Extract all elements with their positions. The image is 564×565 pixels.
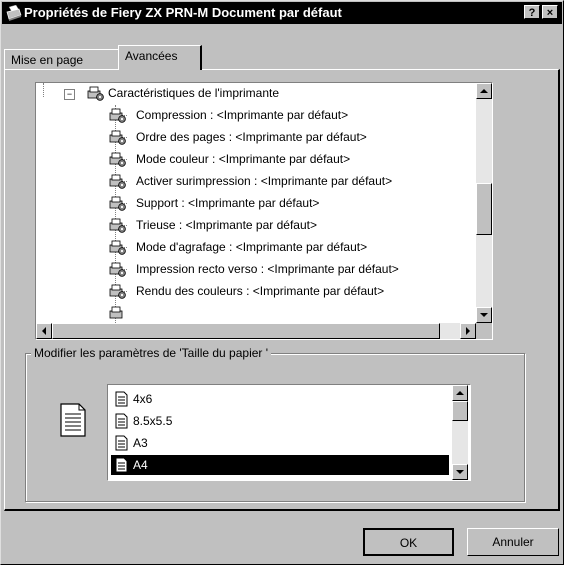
printer-settings-icon [87,86,104,101]
list-item-label: A3 [133,436,148,450]
close-button[interactable]: × [542,5,558,19]
document-icon [115,457,128,473]
arrow-up-icon [456,391,464,395]
arrow-up-icon [480,89,488,93]
tree-item-label: Mode d'agrafage : <Imprimante par défaut… [136,240,368,254]
printer-icon [6,5,22,21]
arrow-down-icon [480,313,488,317]
tree-item-label: Impression recto verso : <Imprimante par… [136,262,399,276]
tree-vscroll-thumb[interactable] [476,183,492,235]
printer-settings-icon [109,284,126,299]
tree-item-label: Rendu des couleurs : <Imprimante par déf… [136,284,385,298]
settings-tree[interactable]: − Caractéristiques de l'imprimante Compr… [35,82,493,340]
list-item-8.5x5.5[interactable]: 8.5x5.5 [111,411,449,431]
list-item-a4-selected[interactable]: A4 [111,455,449,475]
tree-hscroll-thumb[interactable] [52,323,440,339]
ok-button[interactable]: OK [363,528,454,556]
tree-item-label: Mode couleur : <Imprimante par défaut> [136,152,351,166]
tab-avancees[interactable]: Avancées [118,45,202,70]
printer-settings-icon [109,306,123,319]
tree-item-label: Support : <Imprimante par défaut> [136,196,320,210]
tree-item-label: Compression : <Imprimante par défaut> [136,108,349,122]
printer-settings-icon [109,218,126,233]
tree-connector [43,83,44,97]
arrow-down-icon [456,470,464,474]
document-icon [115,413,128,429]
document-icon [60,403,86,437]
paper-size-list[interactable]: 4x6 8.5x5.5 A3 A4 [107,384,471,481]
document-icon [115,435,128,451]
tree-item-label: Trieuse : <Imprimante par défaut> [136,218,317,232]
tree-item-label: Ordre des pages : <Imprimante par défaut… [136,130,367,144]
tree-item-label: Activer surimpression : <Imprimante par … [136,174,393,188]
printer-settings-icon [109,108,126,123]
window-title: Propriétés de Fiery ZX PRN-M Document pa… [24,5,342,20]
scroll-up-button[interactable] [452,385,468,401]
printer-settings-icon [109,262,126,277]
group-label: Modifier les paramètres de 'Taille du pa… [31,346,272,360]
tree-node-label: Caractéristiques de l'imprimante [108,86,280,100]
tree-expander[interactable]: − [64,89,75,100]
list-item-label: 4x6 [133,392,153,406]
tab-mise-en-page[interactable]: Mise en page [4,49,118,69]
printer-settings-icon [109,196,126,211]
scroll-up-button[interactable] [476,83,492,99]
scroll-corner [476,323,492,339]
properties-dialog: Propriétés de Fiery ZX PRN-M Document pa… [0,0,564,565]
scroll-down-button[interactable] [476,307,492,323]
title-bar[interactable]: Propriétés de Fiery ZX PRN-M Document pa… [2,2,562,24]
printer-settings-icon [109,130,126,145]
list-item-a3[interactable]: A3 [111,433,449,453]
list-vscroll-thumb[interactable] [452,401,468,421]
document-icon [115,391,128,407]
printer-settings-icon [109,240,126,255]
list-item-label: A4 [133,458,148,472]
help-button[interactable]: ? [524,5,540,19]
list-item-label: 8.5x5.5 [133,414,173,428]
printer-settings-icon [109,174,126,189]
scroll-right-button[interactable] [460,323,476,339]
arrow-left-icon [42,327,46,335]
list-item-4x6[interactable]: 4x6 [111,389,449,409]
scroll-down-button[interactable] [452,464,468,480]
printer-settings-icon [109,152,126,167]
arrow-right-icon [466,327,470,335]
scroll-left-button[interactable] [36,323,52,339]
cancel-button[interactable]: Annuler [467,528,559,556]
